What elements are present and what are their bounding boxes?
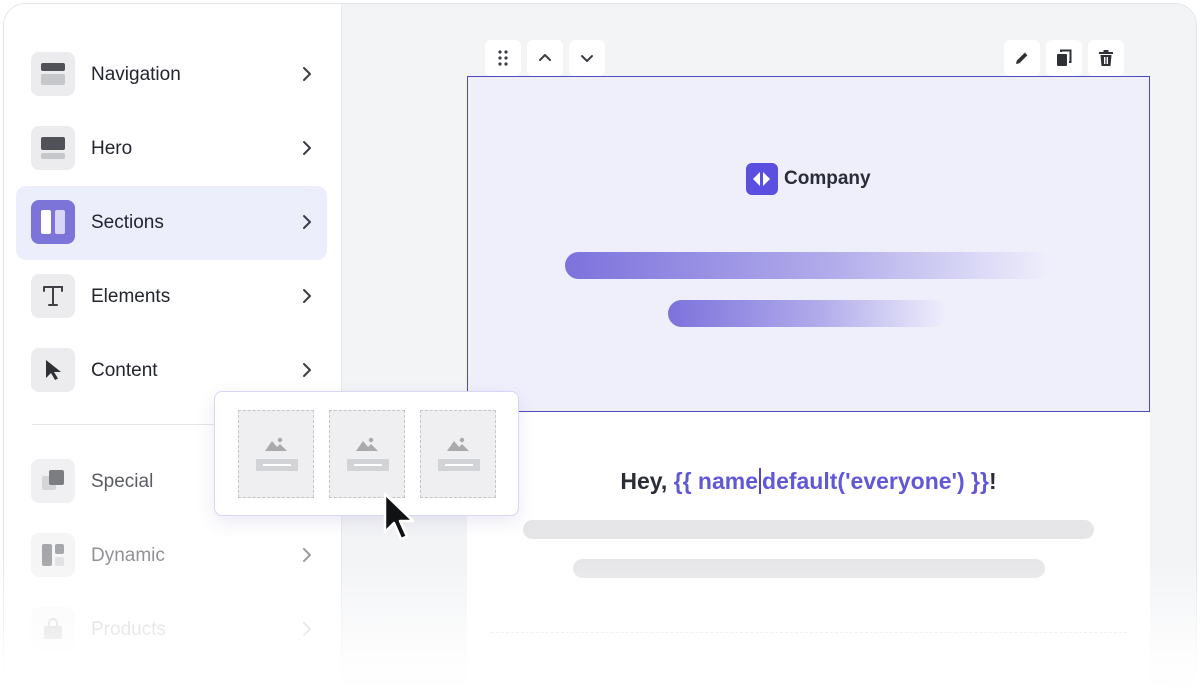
text-cursor [759, 468, 762, 494]
sidebar-item-label: Hero [91, 138, 133, 159]
drag-handle-button[interactable] [485, 40, 521, 76]
hero-block-selected[interactable]: Company [467, 76, 1150, 412]
sidebar-item-label: Products [91, 619, 166, 640]
greeting-suffix: ! [988, 468, 997, 494]
editor-window: Navigation Hero Sections Elements Conten… [3, 3, 1197, 689]
text-t-icon [31, 274, 75, 318]
sidebar-item-label: Content [91, 360, 158, 381]
sidebar-item-label: Dynamic [91, 545, 165, 566]
sidebar-item-elements[interactable]: Elements [16, 260, 327, 334]
block-sidebar: Navigation Hero Sections Elements Conten… [4, 4, 342, 688]
hero-block-icon [31, 126, 75, 170]
company-brand: Company [746, 163, 871, 195]
duplicate-block-button[interactable] [1046, 40, 1082, 76]
sections-columns-icon [31, 200, 75, 244]
company-logo-icon [746, 163, 778, 195]
sidebar-item-dynamic[interactable]: Dynamic [16, 519, 327, 593]
move-down-icon [581, 55, 593, 62]
section-layout-option[interactable] [329, 410, 405, 498]
greeting-text[interactable]: Hey, {{ name default('everyone') }}! [467, 468, 1150, 495]
text-placeholder-bar [438, 459, 480, 471]
chevron-right-icon [303, 215, 311, 229]
section-layout-option[interactable] [238, 410, 314, 498]
sidebar-item-label: Special [91, 471, 154, 492]
hero-heading-placeholder [565, 252, 1051, 279]
greeting-prefix: Hey, [620, 468, 674, 494]
navigation-block-icon [31, 52, 75, 96]
mouse-cursor-icon [383, 492, 415, 541]
pointer-arrow-icon [31, 348, 75, 392]
chevron-right-icon [303, 67, 311, 81]
company-name: Company [784, 168, 871, 189]
special-layers-icon [31, 459, 75, 503]
sidebar-item-label: Navigation [91, 64, 181, 85]
text-placeholder-bar [347, 459, 389, 471]
sidebar-item-hero[interactable]: Hero [16, 112, 327, 186]
chevron-right-icon [303, 622, 311, 636]
chevron-right-icon [303, 141, 311, 155]
edit-pencil-icon [1016, 52, 1028, 64]
dynamic-grid-icon [31, 533, 75, 577]
sidebar-item-label: Sections [91, 212, 164, 233]
body-text-placeholder [573, 559, 1045, 578]
name-variable-open: {{ name [673, 468, 759, 494]
sidebar-item-sections[interactable]: Sections [16, 186, 327, 260]
image-placeholder-icon [265, 437, 287, 451]
duplicate-icon [1057, 49, 1072, 66]
sidebar-item-label: Elements [91, 286, 171, 307]
body-text-placeholder [523, 520, 1094, 539]
move-up-icon [539, 54, 551, 61]
hero-subheading-placeholder [668, 300, 948, 327]
drag-handle-icon [498, 50, 508, 66]
chevron-right-icon [303, 289, 311, 303]
name-variable-default: default('everyone') }} [762, 468, 989, 494]
shopping-bag-icon [31, 607, 75, 651]
move-up-button[interactable] [527, 40, 563, 76]
edit-block-button[interactable] [1004, 40, 1040, 76]
chevron-right-icon [303, 363, 311, 377]
image-placeholder-icon [356, 437, 378, 451]
image-placeholder-icon [447, 437, 469, 451]
delete-trash-icon [1099, 50, 1113, 66]
move-down-button[interactable] [569, 40, 605, 76]
section-layout-option[interactable] [420, 410, 496, 498]
text-placeholder-bar [256, 459, 298, 471]
drop-zone[interactable] [491, 632, 1127, 688]
chevron-right-icon [303, 548, 311, 562]
delete-block-button[interactable] [1088, 40, 1124, 76]
sidebar-item-products[interactable]: Products [16, 593, 327, 667]
section-layout-popup [214, 391, 519, 516]
sidebar-item-navigation[interactable]: Navigation [16, 38, 327, 112]
